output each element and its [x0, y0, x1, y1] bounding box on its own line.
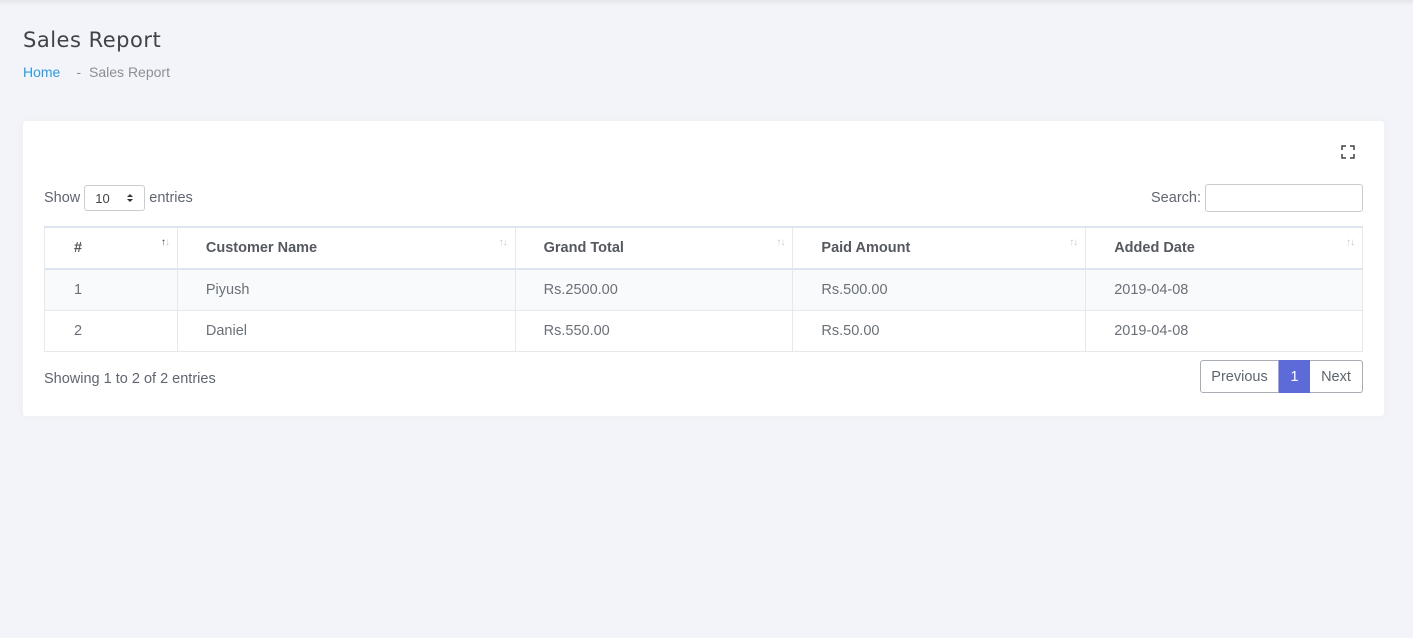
- column-header-grand-total[interactable]: Grand Total ↑↓: [514, 226, 794, 270]
- page-length-control: Show 10 entries: [44, 185, 193, 211]
- page-title: Sales Report: [23, 28, 162, 52]
- column-header-paid-amount[interactable]: Paid Amount ↑↓: [792, 226, 1087, 270]
- column-header-label: Added Date: [1114, 240, 1195, 256]
- search-input[interactable]: [1205, 184, 1363, 212]
- cell-paid-amount: Rs.50.00: [792, 310, 1087, 352]
- column-header-customer-name[interactable]: Customer Name ↑↓: [176, 226, 516, 270]
- sort-icon: ↑↓: [498, 237, 508, 248]
- cell-number: 2: [44, 310, 178, 352]
- column-header-label: Paid Amount: [821, 240, 911, 256]
- sort-icon: ↑↓: [776, 237, 785, 248]
- cell-grand-total: Rs.550.00: [514, 310, 794, 352]
- sales-report-card: Show 10 entries Search: # ↑↓ Customer Na…: [23, 121, 1384, 416]
- search-control: Search:: [1151, 184, 1363, 212]
- fullscreen-icon[interactable]: [1341, 145, 1355, 159]
- cell-added-date: 2019-04-08: [1085, 310, 1363, 352]
- table-row: 1 Piyush Rs.2500.00 Rs.500.00 2019-04-08: [44, 269, 1363, 311]
- select-arrows-icon: [127, 194, 134, 202]
- cell-grand-total: Rs.2500.00: [514, 269, 794, 311]
- table-info: Showing 1 to 2 of 2 entries: [44, 371, 216, 387]
- table-header-row: # ↑↓ Customer Name ↑↓ Grand Total ↑↓ Pai…: [44, 226, 1363, 270]
- breadcrumb-current: Sales Report: [89, 64, 170, 80]
- topbar-shadow: [0, 0, 1413, 6]
- page-header: Sales Report Home - Sales Report: [23, 28, 170, 80]
- column-header-added-date[interactable]: Added Date ↑↓: [1085, 226, 1363, 270]
- page-1-button[interactable]: 1: [1279, 360, 1310, 393]
- cell-customer-name: Piyush: [176, 269, 516, 311]
- column-header-label: #: [74, 240, 83, 256]
- breadcrumb-separator: -: [76, 64, 82, 80]
- cell-added-date: 2019-04-08: [1085, 269, 1363, 311]
- sort-icon: ↑↓: [1346, 237, 1355, 248]
- next-button[interactable]: Next: [1310, 360, 1363, 393]
- pagination: Previous 1 Next: [1200, 360, 1363, 393]
- sort-icon: ↑↓: [160, 237, 170, 248]
- page-length-select[interactable]: 10: [84, 185, 146, 211]
- table-controls: Show 10 entries Search:: [44, 184, 1363, 212]
- breadcrumb-home-link[interactable]: Home: [23, 64, 60, 80]
- column-header-label: Customer Name: [205, 240, 318, 256]
- cell-number: 1: [44, 269, 178, 311]
- previous-button[interactable]: Previous: [1200, 360, 1279, 393]
- sort-icon: ↑↓: [1069, 237, 1078, 248]
- cell-customer-name: Daniel: [176, 310, 516, 352]
- column-header-label: Grand Total: [543, 240, 624, 256]
- breadcrumb: Home - Sales Report: [23, 64, 170, 80]
- column-header-number[interactable]: # ↑↓: [44, 226, 178, 270]
- cell-paid-amount: Rs.500.00: [792, 269, 1087, 311]
- search-label: Search:: [1151, 190, 1201, 206]
- table-row: 2 Daniel Rs.550.00 Rs.50.00 2019-04-08: [44, 310, 1363, 352]
- entries-label: entries: [149, 190, 193, 206]
- page-length-value: 10: [95, 190, 110, 206]
- sales-table: # ↑↓ Customer Name ↑↓ Grand Total ↑↓ Pai…: [44, 226, 1363, 352]
- show-label: Show: [44, 190, 81, 206]
